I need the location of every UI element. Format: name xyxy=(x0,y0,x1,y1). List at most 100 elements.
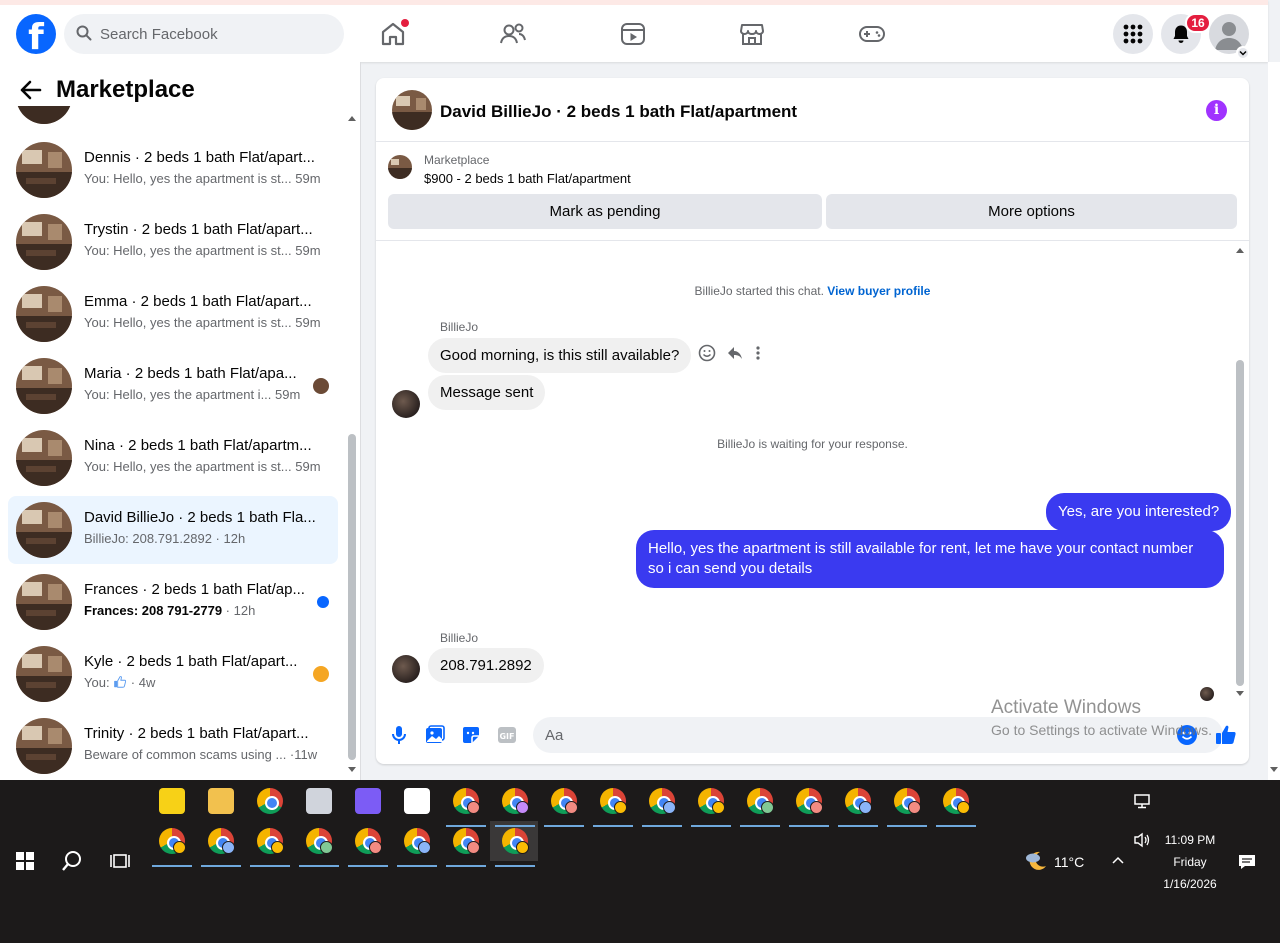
grid-menu-icon xyxy=(1123,24,1143,44)
waiting-notice: BillieJo is waiting for your response. xyxy=(717,437,908,451)
search-box[interactable] xyxy=(64,14,344,54)
view-buyer-profile-link[interactable]: View buyer profile xyxy=(827,284,930,298)
sticky-notes-icon[interactable] xyxy=(159,788,185,814)
back-arrow-icon[interactable] xyxy=(20,80,42,100)
more-vertical-icon[interactable] xyxy=(754,344,762,362)
thumbs-up-icon[interactable] xyxy=(1214,723,1238,747)
search-input[interactable] xyxy=(100,14,330,54)
sticker-icon[interactable] xyxy=(460,724,482,746)
read-receipt-avatar xyxy=(313,378,329,394)
microphone-icon[interactable] xyxy=(388,724,410,746)
incoming-message[interactable]: 208.791.2892 xyxy=(428,648,544,683)
activate-windows-watermark: Activate Windows Go to Settings to activ… xyxy=(991,697,1212,738)
conversation-item[interactable]: Nina · 2 beds 1 bath Flat/apartm... You: … xyxy=(8,424,338,492)
conversation-thumbnail xyxy=(16,718,72,774)
copilot-icon[interactable] xyxy=(355,788,381,814)
react-emoji-icon[interactable] xyxy=(698,344,716,362)
outgoing-message[interactable]: Hello, yes the apartment is still availa… xyxy=(636,530,1224,588)
listing-price[interactable]: $900 - 2 beds 1 bath Flat/apartment xyxy=(424,171,631,186)
chevron-up-icon[interactable] xyxy=(1112,855,1124,865)
network-icon[interactable] xyxy=(1133,793,1151,809)
windows-start-icon[interactable] xyxy=(16,852,34,870)
chrome-profile-icon[interactable] xyxy=(600,788,627,814)
chrome-profile-icon[interactable] xyxy=(551,788,578,814)
conversation-item[interactable]: Dennis · 2 beds 1 bath Flat/apart... You:… xyxy=(8,136,338,204)
conversation-item[interactable]: Kyle · 2 beds 1 bath Flat/apart... You: ·… xyxy=(8,640,338,708)
sender-avatar[interactable] xyxy=(392,390,420,418)
document-app-icon[interactable] xyxy=(404,788,430,814)
marketplace-icon[interactable] xyxy=(737,19,767,49)
taskbar-running-indicator xyxy=(740,825,780,827)
chrome-profile-icon[interactable] xyxy=(649,788,676,814)
clock-date[interactable]: 1/16/2026 xyxy=(1160,877,1220,891)
info-icon[interactable]: i xyxy=(1206,100,1227,121)
menu-button[interactable] xyxy=(1113,14,1153,54)
sidebar-scrollbar-thumb[interactable] xyxy=(348,434,356,760)
photo-icon[interactable] xyxy=(424,724,446,746)
chrome-profile-icon[interactable] xyxy=(453,788,480,814)
chat-scrollbar-thumb[interactable] xyxy=(1236,360,1244,686)
chrome-profile-icon[interactable] xyxy=(845,788,872,814)
outgoing-message[interactable]: Yes, are you interested? xyxy=(1046,493,1232,531)
chat-scrollbar[interactable] xyxy=(1234,244,1246,696)
listing-thumbnail[interactable] xyxy=(392,90,432,130)
chrome-profile-icon[interactable] xyxy=(453,828,480,854)
more-options-button[interactable]: More options xyxy=(826,194,1237,229)
file-explorer-icon[interactable] xyxy=(208,788,234,814)
friends-icon[interactable] xyxy=(498,19,528,49)
chrome-profile-icon[interactable] xyxy=(894,788,921,814)
conversation-preview: You: Hello, yes the apartment is st... 5… xyxy=(84,459,321,474)
conversation-item[interactable]: Trinity · 2 beds 1 bath Flat/apart... Bew… xyxy=(8,712,338,780)
conversation-item[interactable]: Emma · 2 beds 1 bath Flat/apart... You: H… xyxy=(8,280,338,348)
volume-icon[interactable] xyxy=(1133,832,1151,848)
task-view-icon[interactable] xyxy=(110,852,130,870)
conversation-preview: You: Hello, yes the apartment i... 59m xyxy=(84,387,300,402)
conversation-preview: You: · 4w xyxy=(84,675,155,690)
clock-day[interactable]: Friday xyxy=(1160,855,1220,869)
chrome-profile-icon[interactable] xyxy=(306,828,333,854)
video-icon[interactable] xyxy=(618,19,648,49)
weather-moon-cloud-icon[interactable] xyxy=(1024,849,1048,873)
chrome-profile-icon[interactable] xyxy=(355,828,382,854)
gif-icon[interactable]: GIF xyxy=(496,724,518,746)
paint-icon[interactable] xyxy=(306,788,332,814)
sender-avatar[interactable] xyxy=(392,655,420,683)
mark-as-pending-button[interactable]: Mark as pending xyxy=(388,194,822,229)
chrome-profile-icon[interactable] xyxy=(404,828,431,854)
taskbar-running-indicator xyxy=(838,825,878,827)
chrome-profile-icon[interactable] xyxy=(747,788,774,814)
conversation-item[interactable]: David BillieJo · 2 beds 1 bath Fla... Bil… xyxy=(8,496,338,564)
taskbar-search-icon[interactable] xyxy=(61,850,83,872)
reply-icon[interactable] xyxy=(726,344,744,362)
chrome-icon[interactable] xyxy=(257,788,283,814)
sender-name: BillieJo xyxy=(440,631,479,645)
conversation-item[interactable]: Frances · 2 beds 1 bath Flat/ap... France… xyxy=(8,568,338,636)
listing-small-thumbnail[interactable] xyxy=(388,155,412,179)
chrome-profile-icon[interactable] xyxy=(943,788,970,814)
incoming-message[interactable]: Good morning, is this still available? xyxy=(428,338,692,373)
chrome-profile-icon[interactable] xyxy=(208,828,235,854)
conversation-item[interactable]: Maria · 2 beds 1 bath Flat/apa... You: He… xyxy=(8,352,338,420)
incoming-message[interactable]: Message sent xyxy=(428,375,546,410)
chat-title[interactable]: David BillieJo · 2 beds 1 bath Flat/apar… xyxy=(440,102,797,122)
weather-temperature[interactable]: 11°C xyxy=(1054,854,1084,870)
gaming-icon[interactable] xyxy=(857,19,887,49)
chrome-profile-icon[interactable] xyxy=(257,828,284,854)
clock-time[interactable]: 11:09 PM xyxy=(1160,833,1220,847)
facebook-logo[interactable]: f xyxy=(16,14,56,54)
action-center-icon[interactable] xyxy=(1238,853,1256,871)
conversation-item[interactable]: Trystin · 2 beds 1 bath Flat/apart... You… xyxy=(8,208,338,276)
conversation-time: 11w xyxy=(294,747,318,762)
page-scrollbar[interactable] xyxy=(1268,62,1280,780)
taskbar-running-indicator xyxy=(495,865,535,867)
conversation-thumbnail xyxy=(16,646,72,702)
chrome-profile-icon[interactable] xyxy=(159,828,186,854)
chevron-down-icon[interactable] xyxy=(1236,46,1250,60)
separator-dot: · xyxy=(222,603,234,618)
chrome-profile-icon[interactable] xyxy=(796,788,823,814)
chrome-profile-icon[interactable] xyxy=(698,788,725,814)
chrome-profile-icon[interactable] xyxy=(502,788,529,814)
sidebar-scrollbar[interactable] xyxy=(347,112,357,774)
chrome-profile-icon[interactable] xyxy=(502,828,529,854)
preview-text: Frances: 208 791-2779 xyxy=(84,603,223,618)
